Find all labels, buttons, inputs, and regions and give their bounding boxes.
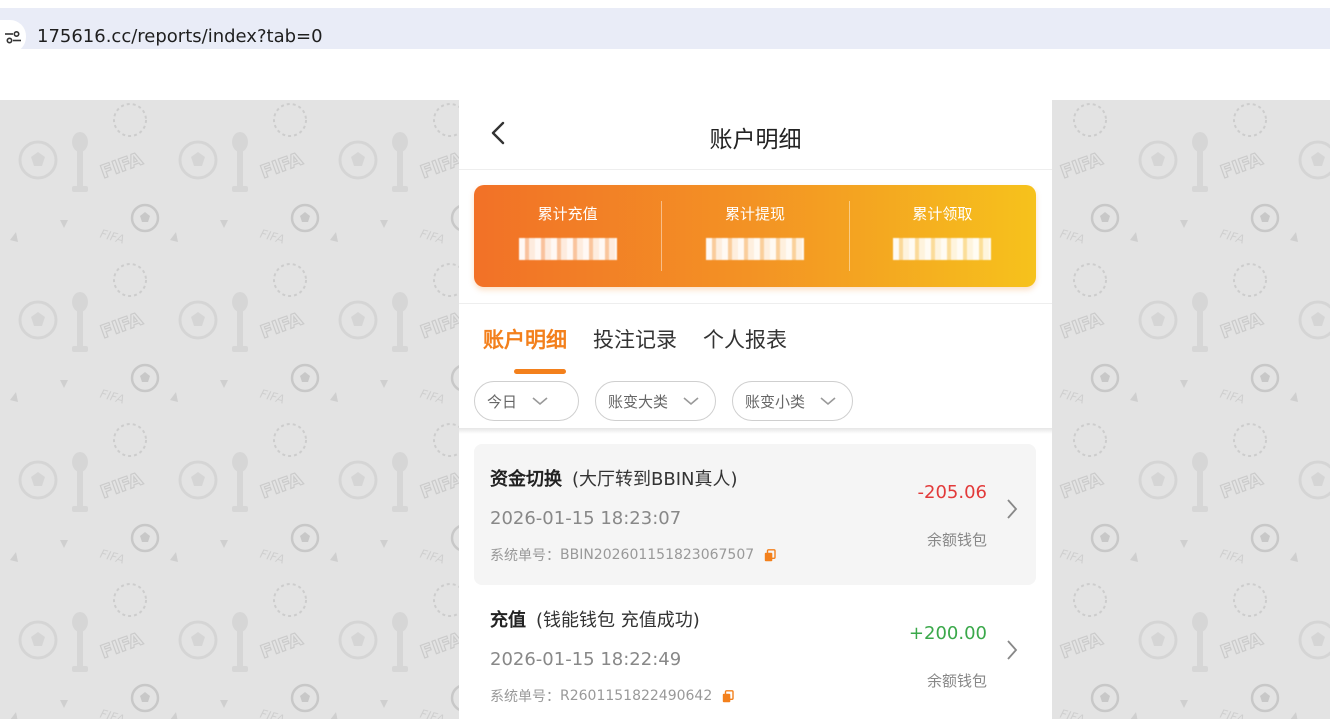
chevron-down-icon [531, 396, 549, 406]
summary-total-deposit: 累计充值 [474, 185, 661, 287]
record-time: 2026-01-15 18:23:07 [490, 508, 682, 529]
summary-label: 累计充值 [537, 205, 598, 223]
record-wallet: 余额钱包 [926, 531, 987, 549]
order-number: R2601151822490642 [560, 688, 713, 704]
copy-icon[interactable] [722, 689, 734, 703]
chevron-down-icon [819, 396, 837, 406]
summary-label: 累计领取 [912, 205, 973, 223]
record-title: 充值 (钱能钱包 充值成功) [490, 606, 700, 632]
order-label: 系统单号： [490, 548, 560, 564]
summary-label: 累计提现 [724, 205, 785, 223]
record-amount: +200.00 [908, 623, 987, 644]
record-amount: -205.06 [917, 482, 987, 503]
divider [459, 303, 1052, 304]
filter-shadow [459, 428, 1052, 434]
filter-label: 今日 [487, 392, 518, 411]
list-item[interactable]: 资金切换 (大厅转到BBIN真人) 2026-01-15 18:23:07 系统单… [474, 444, 1036, 585]
page-title: 账户明细 [709, 127, 802, 153]
record-type: 充值 [490, 610, 526, 631]
summary-total-withdraw: 累计提现 [661, 185, 848, 287]
tab-bar: 账户明细 投注记录 个人报表 [483, 324, 787, 374]
order-number: BBIN202601151823067507 [560, 547, 755, 563]
order-label: 系统单号： [490, 689, 560, 705]
record-wallet: 余额钱包 [926, 672, 987, 690]
record-desc: (钱能钱包 充值成功) [536, 610, 700, 631]
subcategory-filter-select[interactable]: 账变小类 [732, 381, 853, 421]
summary-value-blurred [518, 238, 617, 260]
category-filter-select[interactable]: 账变大类 [595, 381, 716, 421]
chevron-right-icon [1006, 498, 1018, 520]
filter-label: 账变大类 [608, 392, 669, 411]
tab-personal-report[interactable]: 个人报表 [703, 324, 787, 374]
tab-bet-records[interactable]: 投注记录 [593, 324, 677, 374]
summary-card: 累计充值 累计提现 累计领取 [474, 185, 1036, 287]
filter-label: 账变小类 [745, 392, 806, 411]
url-text[interactable]: 175616.cc/reports/index?tab=0 [37, 26, 323, 47]
record-type: 资金切换 [490, 469, 562, 490]
summary-value-blurred [893, 238, 992, 260]
summary-total-claimed: 累计领取 [848, 185, 1036, 287]
address-bar[interactable]: 175616.cc/reports/index?tab=0 [0, 8, 1330, 53]
record-desc: (大厅转到BBIN真人) [572, 469, 738, 490]
nav-bar: 账户明细 [459, 100, 1052, 170]
tune-icon[interactable] [0, 20, 26, 53]
list-item[interactable]: 充值 (钱能钱包 充值成功) 2026-01-15 18:22:49 系统单号： … [474, 585, 1036, 719]
record-order: 系统单号： BBIN202601151823067507 [490, 545, 776, 565]
tab-account-details[interactable]: 账户明细 [483, 324, 567, 374]
chevron-right-icon [1006, 639, 1018, 661]
date-filter-select[interactable]: 今日 [474, 381, 579, 421]
copy-icon[interactable] [764, 548, 776, 562]
browser-toolbar: 175616.cc/reports/index?tab=0 [0, 0, 1330, 100]
chevron-down-icon [682, 396, 700, 406]
summary-value-blurred [705, 238, 804, 260]
record-title: 资金切换 (大厅转到BBIN真人) [490, 465, 738, 491]
filter-bar: 今日 账变大类 账变小类 [474, 381, 853, 421]
record-time: 2026-01-15 18:22:49 [490, 649, 682, 670]
account-details-panel: 账户明细 累计充值 累计提现 累计领取 账户明细 投注记录 个人报表 今日 账变… [459, 100, 1052, 719]
record-order: 系统单号： R2601151822490642 [490, 686, 734, 706]
